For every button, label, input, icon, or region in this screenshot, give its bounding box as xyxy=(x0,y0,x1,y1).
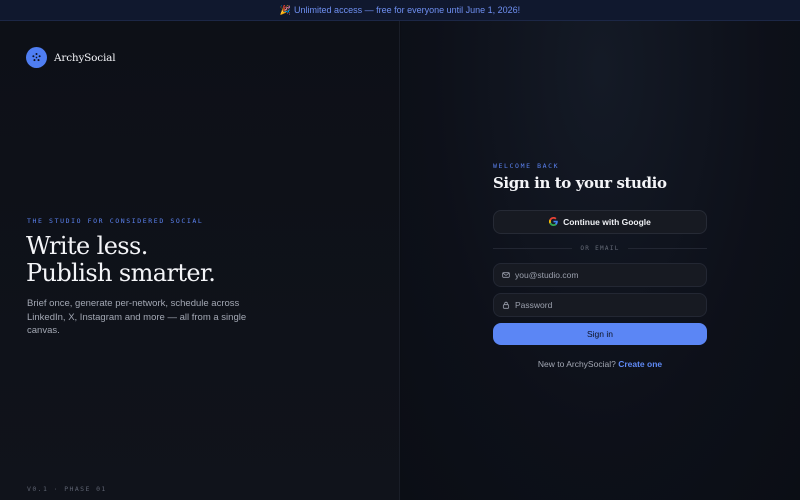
divider-line-right xyxy=(627,248,707,249)
hero-panel: ArchySocial THE STUDIO FOR CONSIDERED SO… xyxy=(0,21,400,500)
create-account-link[interactable]: Create one xyxy=(618,359,662,369)
sparkle-icon xyxy=(26,47,47,68)
auth-title: Sign in to your studio xyxy=(493,174,667,192)
auth-eyebrow: WELCOME BACK xyxy=(493,162,560,170)
sign-up-prompt-text: New to ArchySocial? xyxy=(537,359,616,369)
password-input[interactable] xyxy=(515,300,695,310)
email-input[interactable] xyxy=(515,270,695,280)
promo-banner-text: Unlimited access — free for everyone unt… xyxy=(294,5,521,15)
email-field xyxy=(493,263,707,287)
password-field xyxy=(493,293,707,317)
google-icon xyxy=(549,216,558,228)
lock-icon xyxy=(502,296,510,314)
promo-banner: 🎉 Unlimited access — free for everyone u… xyxy=(0,0,800,21)
sign-up-prompt: New to ArchySocial? Create one xyxy=(493,359,707,369)
divider-line-left xyxy=(493,248,573,249)
hero-headline-line-2: Publish smarter. xyxy=(26,259,216,287)
google-sign-in-button[interactable]: Continue with Google xyxy=(493,210,707,234)
sign-in-form: WELCOME BACK Sign in to your studio Cont… xyxy=(493,162,707,369)
auth-panel: WELCOME BACK Sign in to your studio Cont… xyxy=(401,21,800,500)
brand-logo-link[interactable]: ArchySocial xyxy=(26,47,116,68)
hero-eyebrow: THE STUDIO FOR CONSIDERED SOCIAL xyxy=(27,217,204,225)
version-label: V0.1 · PHASE 01 xyxy=(27,485,107,493)
or-email-divider: OR EMAIL xyxy=(493,245,707,252)
hero-description: Brief once, generate per-network, schedu… xyxy=(27,298,247,336)
sign-in-button[interactable]: Sign in xyxy=(493,323,707,345)
hero-headline: Write less. Publish smarter. xyxy=(26,232,216,287)
hero-headline-line-1: Write less. xyxy=(26,232,148,260)
mail-icon xyxy=(502,266,510,284)
party-emoji-icon: 🎉 xyxy=(279,4,292,15)
brand-name: ArchySocial xyxy=(54,51,116,64)
divider-label: OR EMAIL xyxy=(580,245,620,252)
google-sign-in-label: Continue with Google xyxy=(563,217,651,227)
